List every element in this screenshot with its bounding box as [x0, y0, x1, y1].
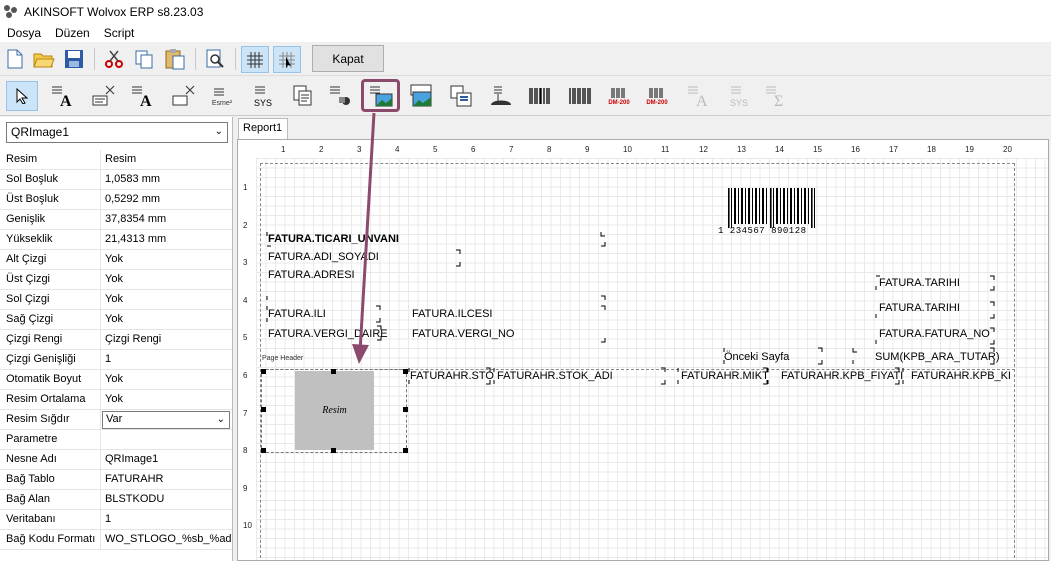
resize-handle[interactable]: [331, 448, 336, 453]
resize-handle[interactable]: [261, 448, 266, 453]
resize-handle[interactable]: [331, 369, 336, 374]
field-brackets: [266, 232, 995, 385]
resize-handle[interactable]: [403, 407, 408, 412]
resize-handle[interactable]: [403, 369, 408, 374]
resize-handle[interactable]: [261, 407, 266, 412]
resize-handle[interactable]: [261, 369, 266, 374]
resize-handle[interactable]: [403, 448, 408, 453]
selection-frame: [261, 369, 407, 453]
